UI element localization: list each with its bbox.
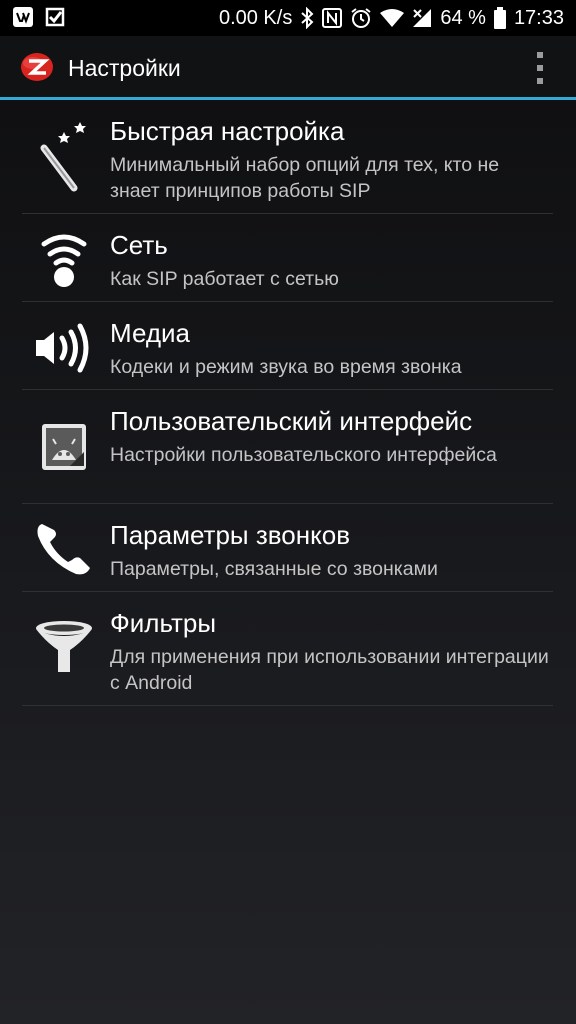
- battery-icon: [493, 7, 506, 29]
- settings-item-summary: Настройки пользовательского интерфейса: [110, 444, 497, 466]
- wifi-icon: [380, 9, 405, 27]
- settings-item-title: Медиа: [110, 318, 190, 348]
- wifi-network-icon: [41, 234, 87, 287]
- nfc-icon: [322, 8, 343, 28]
- status-bar: 0.00 K/s 64 % 17:33: [0, 0, 576, 36]
- alarm-icon: [351, 8, 371, 28]
- settings-item-title: Фильтры: [110, 608, 217, 638]
- network-speed: 0.00 K/s: [218, 6, 293, 29]
- settings-item-summary: Для применения при использовании интегра…: [110, 646, 549, 694]
- settings-item-summary: Параметры, связанные со звонками: [110, 558, 438, 580]
- bluetooth-icon: [301, 7, 314, 29]
- filter-funnel-icon: [36, 621, 92, 672]
- signal-icon: [413, 9, 432, 27]
- settings-item-filters[interactable]: Фильтры Для применения при использовании…: [22, 592, 553, 706]
- action-bar: Настройки: [0, 36, 576, 98]
- settings-item-title: Пользовательский интерфейс: [110, 406, 473, 436]
- speaker-icon: [36, 323, 89, 373]
- settings-item-title: Сеть: [110, 230, 168, 260]
- overflow-menu-icon[interactable]: [532, 52, 548, 84]
- android-ui-icon: [42, 424, 86, 470]
- battery-percent: 64 %: [440, 6, 486, 29]
- download-check-icon: [45, 7, 65, 27]
- settings-item-quick-setup[interactable]: Быстрая настройка Минимальный набор опци…: [22, 100, 553, 214]
- settings-item-summary: Как SIP работает с сетью: [110, 268, 339, 290]
- settings-item-media[interactable]: Медиа Кодеки и режим звука во время звон…: [22, 302, 553, 390]
- clock: 17:33: [513, 6, 564, 29]
- page-title: Настройки: [68, 55, 181, 81]
- settings-item-summary: Минимальный набор опций для тех, кто не …: [110, 154, 500, 202]
- settings-item-call-settings[interactable]: Параметры звонков Параметры, связанные с…: [22, 504, 553, 592]
- settings-item-title: Параметры звонков: [110, 520, 351, 550]
- phone-icon: [37, 524, 90, 575]
- vk-icon: [13, 7, 33, 27]
- app-logo-icon[interactable]: [20, 52, 54, 82]
- settings-list: Быстрая настройка Минимальный набор опци…: [0, 100, 576, 706]
- magic-wand-icon: [40, 122, 86, 192]
- settings-item-title: Быстрая настройка: [110, 116, 345, 146]
- settings-item-summary: Кодеки и режим звука во время звонка: [110, 356, 462, 378]
- settings-item-network[interactable]: Сеть Как SIP работает с сетью: [22, 214, 553, 302]
- settings-item-user-interface[interactable]: Пользовательский интерфейс Настройки пол…: [22, 390, 553, 504]
